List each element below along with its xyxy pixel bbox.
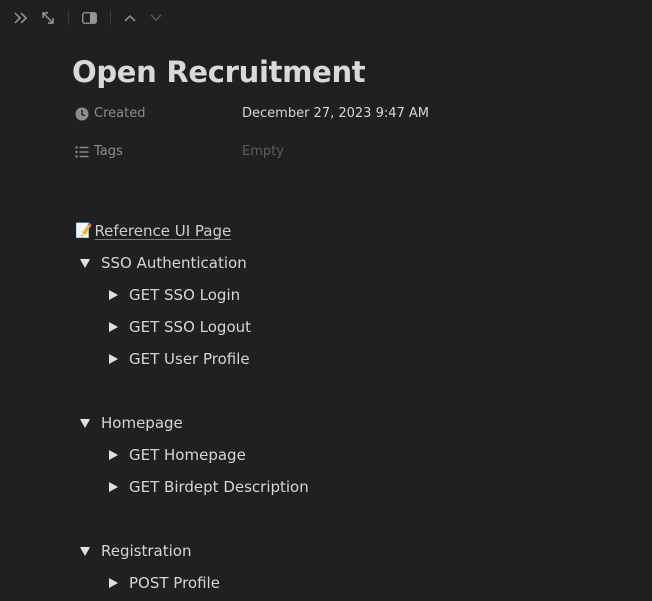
toggle-get-birdept-description[interactable]: GET Birdept Description — [103, 475, 309, 499]
reference-ui-page-label: Reference UI Page — [94, 222, 232, 240]
clock-icon — [75, 107, 89, 121]
toolbar-divider — [68, 10, 69, 25]
toggle-label: GET Homepage — [129, 446, 246, 464]
toggle-homepage[interactable]: Homepage — [75, 411, 183, 435]
property-created-label-group[interactable]: Created — [74, 102, 145, 126]
toggle-get-user-profile[interactable]: GET User Profile — [103, 347, 250, 371]
toggle-label: GET SSO Login — [129, 286, 241, 304]
toggle-label: GET Birdept Description — [129, 478, 309, 496]
toggle-label: POST Profile — [129, 574, 220, 592]
toggle-registration[interactable]: Registration — [75, 539, 191, 563]
double-chevron-right-icon[interactable] — [12, 9, 30, 27]
toggle-label: GET SSO Logout — [129, 318, 252, 336]
expand-arrows-icon[interactable] — [39, 9, 57, 27]
triangle-down-icon[interactable] — [75, 253, 95, 273]
property-tags-label: Tags — [94, 144, 123, 159]
page-title[interactable]: Open Recruitment — [72, 52, 366, 92]
triangle-right-icon[interactable] — [103, 477, 123, 497]
property-tags-value[interactable]: Empty — [242, 140, 284, 164]
top-toolbar — [0, 0, 652, 36]
property-tags: Tags Empty — [74, 140, 634, 164]
triangle-right-icon[interactable] — [103, 285, 123, 305]
toolbar-divider — [110, 10, 111, 25]
chevron-down-icon[interactable] — [147, 9, 165, 27]
toggle-post-profile[interactable]: POST Profile — [103, 571, 220, 595]
toggle-label: Registration — [101, 542, 192, 560]
toggle-label: Homepage — [101, 414, 183, 432]
property-created-label: Created — [94, 106, 146, 121]
triangle-right-icon[interactable] — [103, 573, 123, 593]
property-created-value: December 27, 2023 9:47 AM — [242, 106, 430, 121]
toggle-sso-authentication[interactable]: SSO Authentication — [75, 251, 247, 275]
toggle-get-sso-logout[interactable]: GET SSO Logout — [103, 315, 251, 339]
memo-icon: 📝 — [75, 223, 93, 239]
toggle-label: GET User Profile — [129, 350, 250, 368]
triangle-down-icon[interactable] — [75, 413, 95, 433]
toggle-get-sso-login[interactable]: GET SSO Login — [103, 283, 240, 307]
triangle-right-icon[interactable] — [103, 317, 123, 337]
chevron-up-icon[interactable] — [121, 9, 139, 27]
reference-ui-page-link[interactable]: 📝 Reference UI Page — [75, 220, 231, 242]
toggle-get-homepage[interactable]: GET Homepage — [103, 443, 246, 467]
triangle-right-icon[interactable] — [103, 349, 123, 369]
property-tags-label-group[interactable]: Tags — [74, 140, 123, 164]
triangle-right-icon[interactable] — [103, 445, 123, 465]
property-created: Created December 27, 2023 9:47 AM — [74, 102, 634, 126]
sidebar-panel-icon[interactable] — [80, 9, 98, 27]
triangle-down-icon[interactable] — [75, 541, 95, 561]
list-icon — [75, 146, 89, 158]
toggle-label: SSO Authentication — [101, 254, 247, 272]
